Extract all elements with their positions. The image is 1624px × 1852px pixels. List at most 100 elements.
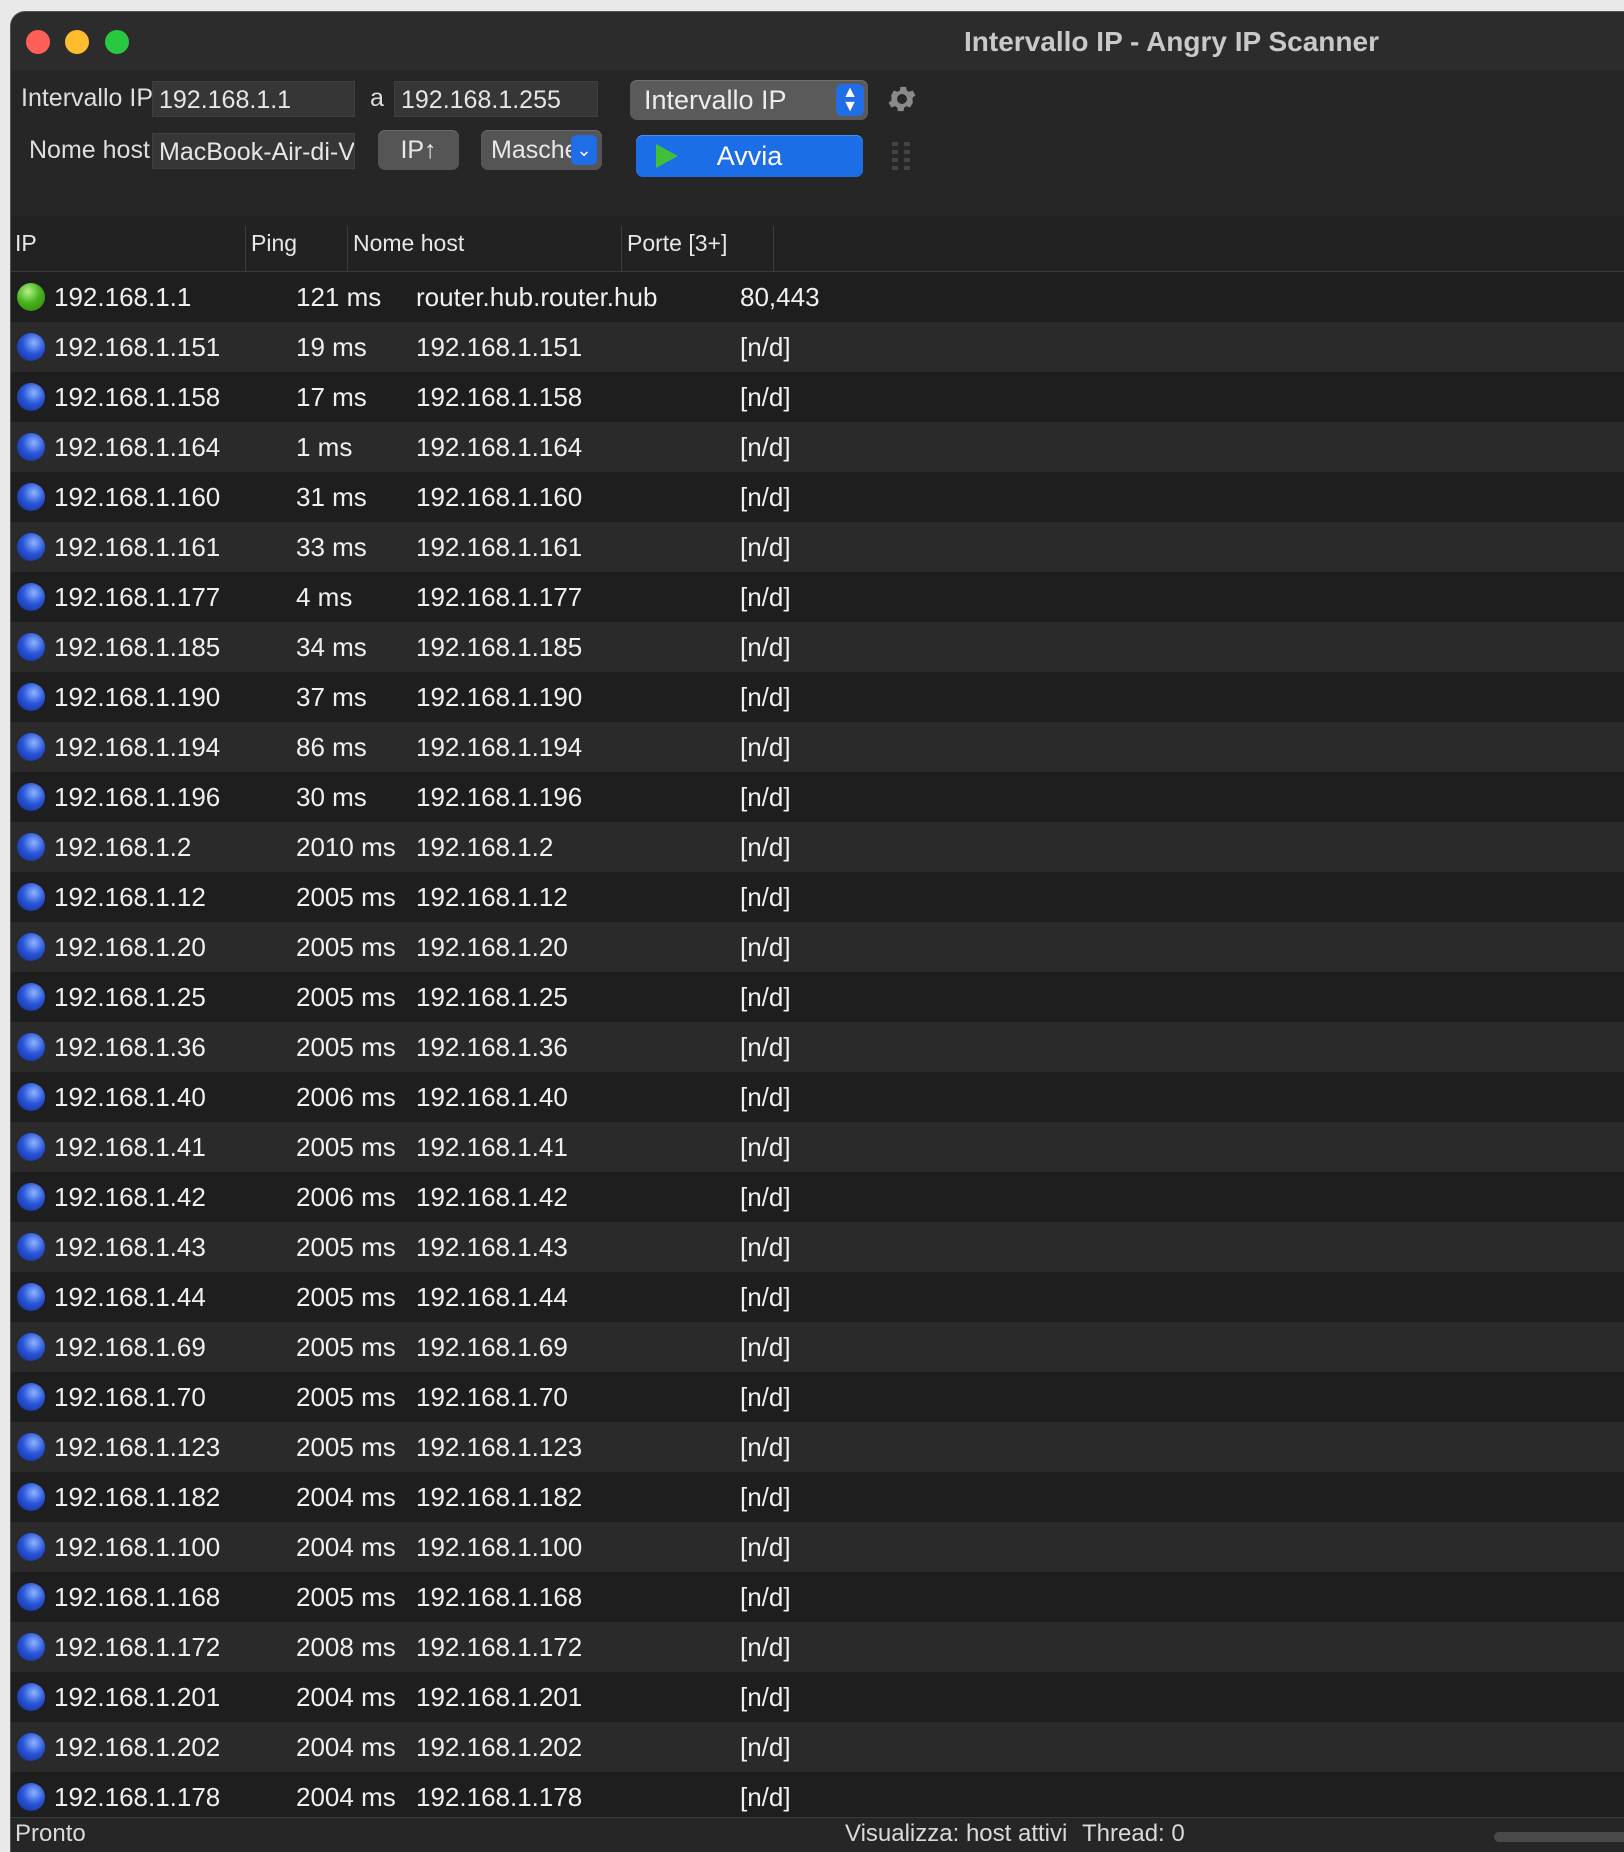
table-row[interactable]: 192.168.1.201 2004 ms 192.168.1.201 [n/d] [11, 1672, 1624, 1722]
table-row[interactable]: 192.168.1.164 1 ms 192.168.1.164 [n/d] [11, 422, 1624, 472]
gear-icon[interactable] [885, 82, 919, 116]
hostname-cell: 192.168.1.202 [416, 1732, 583, 1762]
table-row[interactable]: 192.168.1.1 121 ms router.hub.router.hub 80… [11, 272, 1624, 322]
start-button[interactable]: Avvia [636, 135, 863, 177]
ip-cell: 192.168.1.202 [54, 1732, 221, 1762]
ping-cell: 2005 ms [296, 1132, 396, 1162]
ports-cell: [n/d] [740, 982, 791, 1012]
table-row[interactable]: 192.168.1.202 2004 ms 192.168.1.202 [n/d] [11, 1722, 1624, 1772]
ip-up-button[interactable]: IP↑ [378, 130, 459, 170]
table-row[interactable]: 192.168.1.194 86 ms 192.168.1.194 [n/d] [11, 722, 1624, 772]
ip-cell: 192.168.1.196 [54, 782, 221, 812]
table-row[interactable]: 192.168.1.20 2005 ms 192.168.1.20 [n/d] [11, 922, 1624, 972]
table-row[interactable]: 192.168.1.196 30 ms 192.168.1.196 [n/d] [11, 772, 1624, 822]
hostname-input[interactable]: MacBook-Air-di-Vito [152, 133, 355, 169]
table-row[interactable]: 192.168.1.42 2006 ms 192.168.1.42 [n/d] [11, 1172, 1624, 1222]
blue-dot-icon [17, 1133, 45, 1161]
blue-dot-icon [17, 1483, 45, 1511]
ping-cell: 2004 ms [296, 1732, 396, 1762]
ip-cell: 192.168.1.160 [54, 482, 221, 512]
table-row[interactable]: 192.168.1.172 2008 ms 192.168.1.172 [n/d] [11, 1622, 1624, 1672]
window-title: Intervallo IP - Angry IP Scanner [964, 26, 1379, 57]
ip-cell: 192.168.1.42 [54, 1182, 206, 1212]
hostname-cell: 192.168.1.178 [416, 1782, 583, 1812]
ports-cell: [n/d] [740, 632, 791, 662]
blue-dot-icon [17, 1233, 45, 1261]
table-row[interactable]: 192.168.1.2 2010 ms 192.168.1.2 [n/d] [11, 822, 1624, 872]
ip-cell: 192.168.1.44 [54, 1282, 206, 1312]
hostname-cell: 192.168.1.160 [416, 482, 583, 512]
table-row[interactable]: 192.168.1.69 2005 ms 192.168.1.69 [n/d] [11, 1322, 1624, 1372]
ports-cell: [n/d] [740, 832, 791, 862]
table-row[interactable]: 192.168.1.160 31 ms 192.168.1.160 [n/d] [11, 472, 1624, 522]
table-row[interactable]: 192.168.1.43 2005 ms 192.168.1.43 [n/d] [11, 1222, 1624, 1272]
table-row[interactable]: 192.168.1.190 37 ms 192.168.1.190 [n/d] [11, 672, 1624, 722]
ip-cell: 192.168.1.190 [54, 682, 221, 712]
blue-dot-icon [17, 333, 45, 361]
table-row[interactable]: 192.168.1.25 2005 ms 192.168.1.25 [n/d] [11, 972, 1624, 1022]
table-row[interactable]: 192.168.1.12 2005 ms 192.168.1.12 [n/d] [11, 872, 1624, 922]
hostname-cell: 192.168.1.190 [416, 682, 583, 712]
blue-dot-icon [17, 683, 45, 711]
ip-cell: 192.168.1.69 [54, 1332, 206, 1362]
ip-cell: 192.168.1.201 [54, 1682, 221, 1712]
ip-cell: 192.168.1.177 [54, 582, 221, 612]
grip-icon[interactable] [890, 140, 914, 176]
table-row[interactable]: 192.168.1.44 2005 ms 192.168.1.44 [n/d] [11, 1272, 1624, 1322]
blue-dot-icon [17, 733, 45, 761]
blue-dot-icon [17, 583, 45, 611]
ip-cell: 192.168.1.178 [54, 1782, 221, 1812]
feeder-select[interactable]: Intervallo IP ▲ ▼ [630, 80, 868, 120]
minimize-window-button[interactable] [65, 30, 89, 54]
column-header-hostname[interactable]: Nome host [349, 216, 621, 271]
blue-dot-icon [17, 633, 45, 661]
table-row[interactable]: 192.168.1.182 2004 ms 192.168.1.182 [n/d] [11, 1472, 1624, 1522]
netmask-button[interactable]: Masche ⌄ [481, 130, 602, 170]
table-row[interactable]: 192.168.1.178 2004 ms 192.168.1.178 [n/d] [11, 1772, 1624, 1822]
table-row[interactable]: 192.168.1.185 34 ms 192.168.1.185 [n/d] [11, 622, 1624, 672]
ip-cell: 192.168.1.41 [54, 1132, 206, 1162]
zoom-window-button[interactable] [105, 30, 129, 54]
ip-cell: 192.168.1.172 [54, 1632, 221, 1662]
table-row[interactable]: 192.168.1.100 2004 ms 192.168.1.100 [n/d] [11, 1522, 1624, 1572]
column-header-ping[interactable]: Ping [247, 216, 347, 271]
display-filter[interactable]: Visualizza: host attivi [845, 1820, 1067, 1848]
table-row[interactable]: 192.168.1.123 2005 ms 192.168.1.123 [n/d] [11, 1422, 1624, 1472]
table-row[interactable]: 192.168.1.168 2005 ms 192.168.1.168 [n/d] [11, 1572, 1624, 1622]
blue-dot-icon [17, 1633, 45, 1661]
hostname-cell: 192.168.1.43 [416, 1232, 568, 1262]
blue-dot-icon [17, 1683, 45, 1711]
ports-cell: [n/d] [740, 1182, 791, 1212]
ip-cell: 192.168.1.164 [54, 432, 221, 462]
range-to-label: a [370, 84, 384, 112]
table-row[interactable]: 192.168.1.40 2006 ms 192.168.1.40 [n/d] [11, 1072, 1624, 1122]
column-header-ports[interactable]: Porte [3+] [623, 216, 773, 271]
ports-cell: 80,443 [740, 282, 820, 312]
table-row[interactable]: 192.168.1.158 17 ms 192.168.1.158 [n/d] [11, 372, 1624, 422]
hostname-cell: 192.168.1.123 [416, 1432, 583, 1462]
blue-dot-icon [17, 383, 45, 411]
range-start-input[interactable]: 192.168.1.1 [152, 81, 355, 117]
close-window-button[interactable] [26, 30, 50, 54]
table-row[interactable]: 192.168.1.41 2005 ms 192.168.1.41 [n/d] [11, 1122, 1624, 1172]
table-row[interactable]: 192.168.1.151 19 ms 192.168.1.151 [n/d] [11, 322, 1624, 372]
ports-cell: [n/d] [740, 1532, 791, 1562]
ip-cell: 192.168.1.158 [54, 382, 221, 412]
ip-cell: 192.168.1.40 [54, 1082, 206, 1112]
results-table[interactable]: IP Ping Nome host Porte [3+] 192.168.1.1… [11, 216, 1624, 1822]
table-row[interactable]: 192.168.1.70 2005 ms 192.168.1.70 [n/d] [11, 1372, 1624, 1422]
ports-cell: [n/d] [740, 1282, 791, 1312]
hostname-cell: 192.168.1.41 [416, 1132, 568, 1162]
horizontal-scrollbar[interactable] [1494, 1832, 1624, 1842]
table-row[interactable]: 192.168.1.177 4 ms 192.168.1.177 [n/d] [11, 572, 1624, 622]
ping-cell: 2010 ms [296, 832, 396, 862]
hostname-cell: 192.168.1.177 [416, 582, 583, 612]
ping-cell: 2008 ms [296, 1632, 396, 1662]
status-text: Pronto [15, 1820, 86, 1847]
hostname-cell: 192.168.1.182 [416, 1482, 583, 1512]
table-row[interactable]: 192.168.1.161 33 ms 192.168.1.161 [n/d] [11, 522, 1624, 572]
range-end-input[interactable]: 192.168.1.255 [394, 81, 598, 117]
hostname-cell: 192.168.1.196 [416, 782, 583, 812]
table-row[interactable]: 192.168.1.36 2005 ms 192.168.1.36 [n/d] [11, 1022, 1624, 1072]
column-header-ip[interactable]: IP [11, 216, 245, 271]
